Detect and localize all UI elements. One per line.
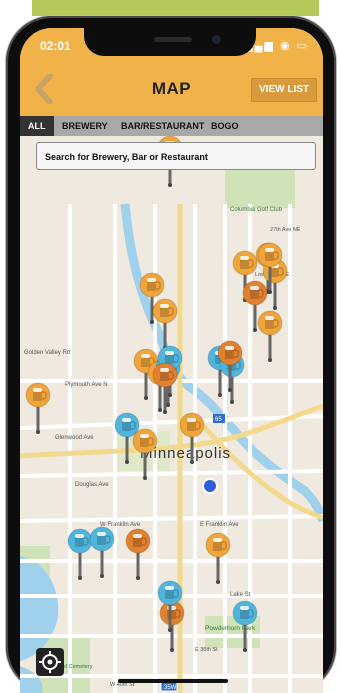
top-accent-band: [32, 0, 319, 16]
tab-bogo[interactable]: BOGO: [211, 116, 239, 136]
map-label-plymouth: Plymouth Ave N: [65, 382, 108, 388]
bogo-pin[interactable]: [152, 362, 178, 419]
map-label-golden-valley: Golden Valley Rd: [24, 350, 70, 356]
status-time: 02:01: [40, 39, 71, 53]
home-indicator: [118, 679, 228, 683]
phone-notch: [84, 28, 256, 56]
tab-all[interactable]: ALL: [20, 116, 54, 136]
filter-tabs: ALL BREWERY BAR/RESTAURANT BOGO: [20, 116, 323, 136]
locate-me-icon[interactable]: [36, 648, 64, 676]
map-label-lake-st: Lake St: [230, 592, 251, 598]
bar-pin[interactable]: [89, 526, 115, 583]
tab-brewery[interactable]: BREWERY: [62, 116, 108, 136]
map-label-e-36th: E 36th St: [195, 647, 218, 653]
map-label-douglas: Douglas Ave: [75, 482, 109, 488]
search-input[interactable]: Search for Brewery, Bar or Restaurant: [36, 142, 316, 170]
map-label-golf: Columbia Golf Club: [230, 207, 283, 213]
map-label-e-franklin: E Franklin Ave: [200, 522, 239, 528]
highway-35w-shield: 35W: [164, 685, 177, 691]
view-list-button[interactable]: VIEW LIST: [251, 78, 317, 102]
park-area: [225, 164, 295, 208]
bogo-pin[interactable]: [217, 340, 243, 397]
brewery-pin[interactable]: [25, 382, 51, 439]
brewery-pin[interactable]: [205, 532, 231, 589]
brewery-pin[interactable]: [257, 242, 283, 299]
tab-bar-restaurant[interactable]: BAR/RESTAURANT: [121, 116, 204, 136]
app-screen: Columbia Golf Club 27th Ave NE Lowry Ave…: [20, 28, 323, 693]
brewery-pin[interactable]: [179, 412, 205, 469]
highway-65-shield: 65: [215, 417, 222, 423]
bar-pin[interactable]: [157, 580, 183, 637]
map-label-glenwood: Glenwood Ave: [55, 435, 94, 441]
brewery-pin[interactable]: [132, 428, 158, 485]
bar-pin[interactable]: [232, 600, 258, 657]
map-label-27th: 27th Ave NE: [270, 227, 301, 233]
bogo-pin[interactable]: [125, 528, 151, 585]
